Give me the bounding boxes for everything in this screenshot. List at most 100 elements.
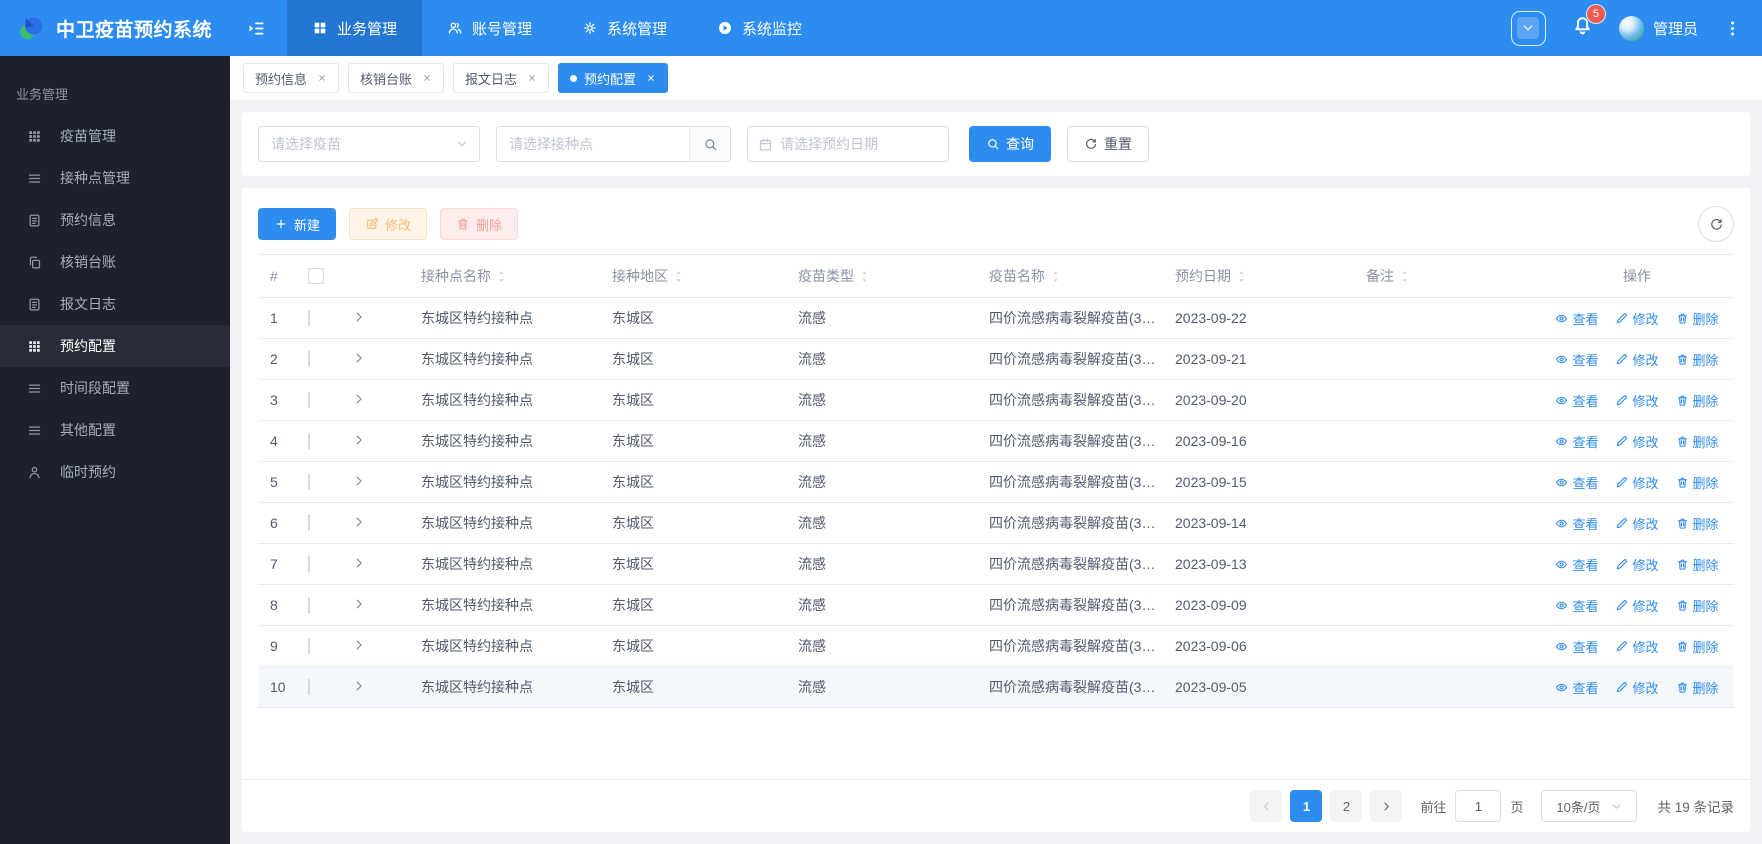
sidebar-item[interactable]: 接种点管理 bbox=[0, 157, 230, 199]
delete-link[interactable]: 删除 bbox=[1676, 309, 1719, 328]
eye-icon bbox=[1555, 558, 1568, 571]
sidebar-item[interactable]: 时间段配置 bbox=[0, 367, 230, 409]
sidebar-item[interactable]: 临时预约 bbox=[0, 451, 230, 493]
date-picker[interactable] bbox=[747, 126, 949, 162]
sidebar-item[interactable]: 预约信息 bbox=[0, 199, 230, 241]
column-header-label: 接种地区 bbox=[612, 268, 668, 284]
view-link[interactable]: 查看 bbox=[1555, 596, 1598, 615]
expand-row-icon[interactable] bbox=[352, 638, 366, 652]
select-all-checkbox[interactable] bbox=[308, 268, 324, 284]
delete-link[interactable]: 删除 bbox=[1676, 432, 1719, 451]
next-page-button[interactable] bbox=[1370, 790, 1403, 822]
nav-menu-item[interactable]: 业务管理 bbox=[287, 0, 423, 56]
site-search-button[interactable] bbox=[689, 127, 730, 161]
page-size-select[interactable]: 10条/页 bbox=[1541, 790, 1638, 822]
edit-link[interactable]: 修改 bbox=[1615, 473, 1659, 492]
edit-link[interactable]: 修改 bbox=[1615, 309, 1659, 328]
delete-link[interactable]: 删除 bbox=[1676, 473, 1719, 492]
tab[interactable]: 预约配置 bbox=[558, 63, 669, 93]
row-checkbox[interactable] bbox=[308, 474, 310, 490]
row-actions-cell: 查看 修改 删除 bbox=[1540, 555, 1734, 574]
edit-link[interactable]: 修改 bbox=[1615, 391, 1659, 410]
more-menu-icon[interactable] bbox=[1723, 19, 1742, 38]
nav-menu-item[interactable]: 系统监控 bbox=[692, 0, 827, 56]
row-checkbox[interactable] bbox=[308, 515, 310, 531]
delete-link[interactable]: 删除 bbox=[1676, 637, 1719, 656]
tab[interactable]: 核销台账 bbox=[348, 63, 445, 93]
view-link[interactable]: 查看 bbox=[1555, 309, 1598, 328]
expand-row-icon[interactable] bbox=[352, 515, 366, 529]
search-button[interactable]: 查询 bbox=[969, 126, 1051, 162]
quick-dropdown-button[interactable] bbox=[1510, 10, 1546, 46]
edit-link[interactable]: 修改 bbox=[1615, 350, 1659, 369]
expand-row-icon[interactable] bbox=[352, 474, 366, 488]
vaccine-type-cell: 流感 bbox=[798, 556, 826, 572]
expand-row-icon[interactable] bbox=[352, 392, 366, 406]
row-expand-cell bbox=[340, 351, 409, 368]
tab[interactable]: 预约信息 bbox=[243, 63, 340, 93]
row-checkbox[interactable] bbox=[308, 392, 310, 408]
edit-link[interactable]: 修改 bbox=[1615, 637, 1659, 656]
prev-page-button[interactable] bbox=[1250, 790, 1283, 822]
sidebar-item[interactable]: 报文日志 bbox=[0, 283, 230, 325]
vaccine-select[interactable]: 请选择疫苗 bbox=[258, 126, 480, 162]
create-button[interactable]: 新建 bbox=[258, 208, 337, 240]
edit-link[interactable]: 修改 bbox=[1615, 432, 1659, 451]
nav-menu-item[interactable]: 系统管理 bbox=[557, 0, 692, 56]
sidebar-item[interactable]: 核销台账 bbox=[0, 241, 230, 283]
expand-row-icon[interactable] bbox=[352, 556, 366, 570]
delete-button[interactable]: 删除 bbox=[440, 208, 519, 240]
expand-row-icon[interactable] bbox=[352, 597, 366, 611]
date-cell: 2023-09-15 bbox=[1175, 474, 1247, 490]
view-link[interactable]: 查看 bbox=[1555, 555, 1598, 574]
page-button[interactable]: 2 bbox=[1330, 790, 1363, 822]
edit-link[interactable]: 修改 bbox=[1615, 596, 1659, 615]
delete-link[interactable]: 删除 bbox=[1676, 350, 1719, 369]
view-link[interactable]: 查看 bbox=[1555, 637, 1598, 656]
edit-link[interactable]: 修改 bbox=[1615, 514, 1659, 533]
edit-link[interactable]: 修改 bbox=[1615, 555, 1659, 574]
delete-link[interactable]: 删除 bbox=[1676, 555, 1719, 574]
expand-row-icon[interactable] bbox=[352, 679, 366, 693]
delete-link[interactable]: 删除 bbox=[1676, 596, 1719, 615]
row-checkbox[interactable] bbox=[308, 433, 310, 449]
user-menu[interactable]: 管理员 bbox=[1618, 15, 1698, 41]
expand-row-icon[interactable] bbox=[352, 433, 366, 447]
sidebar-item[interactable]: 预约配置 bbox=[0, 325, 230, 367]
view-link[interactable]: 查看 bbox=[1555, 473, 1598, 492]
nav-menu-item[interactable]: 账号管理 bbox=[422, 0, 557, 56]
edit-button[interactable]: 修改 bbox=[349, 208, 428, 240]
view-link[interactable]: 查看 bbox=[1555, 514, 1598, 533]
delete-link[interactable]: 删除 bbox=[1676, 391, 1719, 410]
expand-row-icon[interactable] bbox=[352, 351, 366, 365]
site-input[interactable] bbox=[497, 127, 689, 161]
row-checkbox[interactable] bbox=[308, 310, 310, 326]
view-link[interactable]: 查看 bbox=[1555, 432, 1598, 451]
edit-link[interactable]: 修改 bbox=[1615, 678, 1659, 697]
tab[interactable]: 报文日志 bbox=[453, 63, 550, 93]
reset-button[interactable]: 重置 bbox=[1067, 126, 1149, 162]
view-link-label: 查看 bbox=[1572, 557, 1599, 573]
row-checkbox[interactable] bbox=[308, 638, 310, 654]
goto-page-input[interactable] bbox=[1455, 790, 1502, 822]
row-checkbox[interactable] bbox=[308, 597, 310, 613]
row-checkbox[interactable] bbox=[308, 351, 310, 367]
expand-row-icon[interactable] bbox=[352, 310, 366, 324]
sidebar-item[interactable]: 疫苗管理 bbox=[0, 115, 230, 157]
date-input[interactable] bbox=[780, 136, 935, 152]
delete-link[interactable]: 删除 bbox=[1676, 514, 1719, 533]
view-link[interactable]: 查看 bbox=[1555, 678, 1598, 697]
page-button[interactable]: 1 bbox=[1290, 790, 1323, 822]
sidebar-item[interactable]: 其他配置 bbox=[0, 409, 230, 451]
row-checkbox[interactable] bbox=[308, 556, 310, 572]
table-refresh-button[interactable] bbox=[1698, 206, 1734, 242]
row-checkbox[interactable] bbox=[308, 679, 310, 695]
delete-link[interactable]: 删除 bbox=[1676, 678, 1719, 697]
row-actions-cell: 查看 修改 删除 bbox=[1540, 637, 1734, 656]
date-cell: 2023-09-20 bbox=[1175, 392, 1247, 408]
view-link[interactable]: 查看 bbox=[1555, 350, 1598, 369]
notifications-button[interactable]: 5 bbox=[1571, 5, 1605, 42]
collapse-menu-icon[interactable] bbox=[246, 18, 267, 39]
view-link[interactable]: 查看 bbox=[1555, 391, 1598, 410]
date-cell: 2023-09-13 bbox=[1175, 556, 1247, 572]
